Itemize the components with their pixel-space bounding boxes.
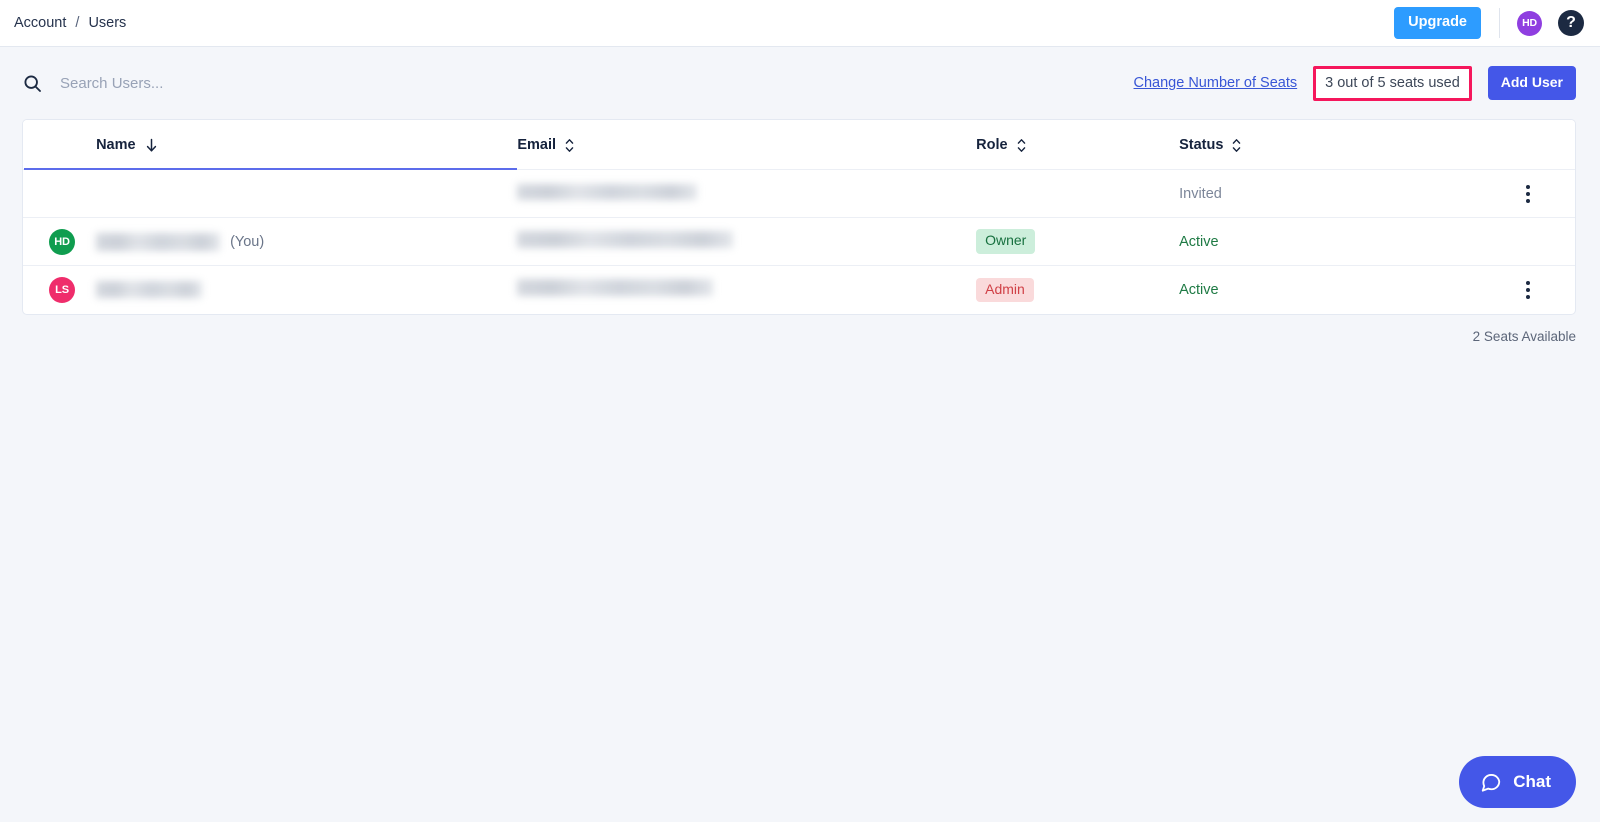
row-menu-button[interactable] <box>1517 280 1539 299</box>
chat-widget-button[interactable]: Chat <box>1459 756 1576 808</box>
column-header-name[interactable]: Name <box>24 120 518 170</box>
chat-widget-label: Chat <box>1513 772 1551 791</box>
row-actions-cell <box>1473 217 1575 266</box>
column-label-name: Name <box>96 137 136 153</box>
redacted-name <box>96 232 221 251</box>
column-actions <box>1473 120 1575 170</box>
column-label-status: Status <box>1179 137 1224 153</box>
sort-updown-icon[interactable] <box>565 138 574 153</box>
role-badge: Admin <box>976 277 1034 302</box>
row-actions-cell <box>1473 169 1575 218</box>
row-role-cell: Owner <box>976 217 1180 266</box>
help-icon[interactable]: ? <box>1558 10 1584 36</box>
breadcrumb-item-users[interactable]: Users <box>88 15 126 31</box>
row-role-cell <box>976 169 1180 218</box>
role-badge: Owner <box>976 229 1036 254</box>
upgrade-button[interactable]: Upgrade <box>1394 7 1481 39</box>
breadcrumb: Account / Users <box>14 15 126 31</box>
redacted-name <box>96 281 203 299</box>
top-bar-divider <box>1499 8 1500 38</box>
row-name-cell <box>96 266 517 314</box>
column-label-email: Email <box>517 137 556 153</box>
breadcrumb-item-account[interactable]: Account <box>14 15 66 31</box>
sort-updown-icon[interactable] <box>1017 138 1026 153</box>
breadcrumb-separator: / <box>75 15 80 31</box>
table-header: Name Email Role Status <box>23 120 1575 170</box>
search-input[interactable] <box>60 74 360 92</box>
change-number-of-seats-link[interactable]: Change Number of Seats <box>1134 75 1298 91</box>
row-status-cell: Active <box>1179 266 1473 314</box>
row-email-cell <box>517 169 977 218</box>
chat-bubble-icon <box>1480 771 1502 793</box>
row-email-cell <box>517 266 976 314</box>
users-table-card: Name Email Role Status Invited HD (You) … <box>22 119 1576 315</box>
row-role-cell: Admin <box>976 266 1179 314</box>
table-row[interactable]: Invited <box>23 169 1575 218</box>
toolbar-actions: Change Number of Seats 3 out of 5 seats … <box>1134 65 1576 101</box>
sort-updown-icon[interactable] <box>1232 138 1241 153</box>
seats-available-note: 2 Seats Available <box>1472 328 1576 344</box>
row-avatar-cell: LS <box>23 266 96 314</box>
row-status-cell: Invited <box>1179 169 1474 218</box>
search-area <box>22 73 360 94</box>
redacted-email <box>517 183 698 200</box>
sort-desc-icon[interactable] <box>145 138 158 153</box>
row-name-cell <box>96 169 518 218</box>
top-bar: Account / Users Upgrade HD ? <box>0 0 1600 47</box>
avatar: LS <box>49 276 75 303</box>
row-actions-cell <box>1473 266 1575 314</box>
column-header-email[interactable]: Email <box>517 120 977 170</box>
status-badge: Active <box>1179 281 1219 298</box>
table-header-row: Name Email Role Status <box>23 120 1575 170</box>
users-toolbar: Change Number of Seats 3 out of 5 seats … <box>0 47 1600 119</box>
avatar: HD <box>49 228 75 255</box>
add-user-button[interactable]: Add User <box>1487 66 1576 100</box>
column-avatar <box>23 120 97 170</box>
status-badge: Invited <box>1179 185 1222 202</box>
table-body: Invited HD (You) Owner Active LS Admin A… <box>23 169 1575 314</box>
seats-used-indicator: 3 out of 5 seats used <box>1313 65 1472 101</box>
row-menu-button[interactable] <box>1517 184 1539 203</box>
row-email-cell <box>517 217 977 266</box>
top-bar-actions: Upgrade HD ? <box>1394 7 1584 39</box>
table-row[interactable]: LS Admin Active <box>23 266 1575 314</box>
row-name-cell: (You) <box>96 217 518 266</box>
column-header-status[interactable]: Status <box>1179 120 1474 170</box>
row-avatar-cell: HD <box>23 217 97 266</box>
redacted-email <box>517 231 734 248</box>
status-badge: Active <box>1179 233 1219 250</box>
redacted-email <box>517 279 714 297</box>
column-label-role: Role <box>976 137 1008 153</box>
search-icon <box>22 73 43 94</box>
you-label: (You) <box>230 233 265 250</box>
column-header-role[interactable]: Role <box>976 120 1180 170</box>
row-status-cell: Active <box>1179 217 1474 266</box>
account-avatar[interactable]: HD <box>1517 10 1542 36</box>
table-row[interactable]: HD (You) Owner Active <box>23 217 1575 266</box>
row-avatar-cell <box>23 169 97 218</box>
users-table: Name Email Role Status Invited HD (You) … <box>23 120 1575 314</box>
